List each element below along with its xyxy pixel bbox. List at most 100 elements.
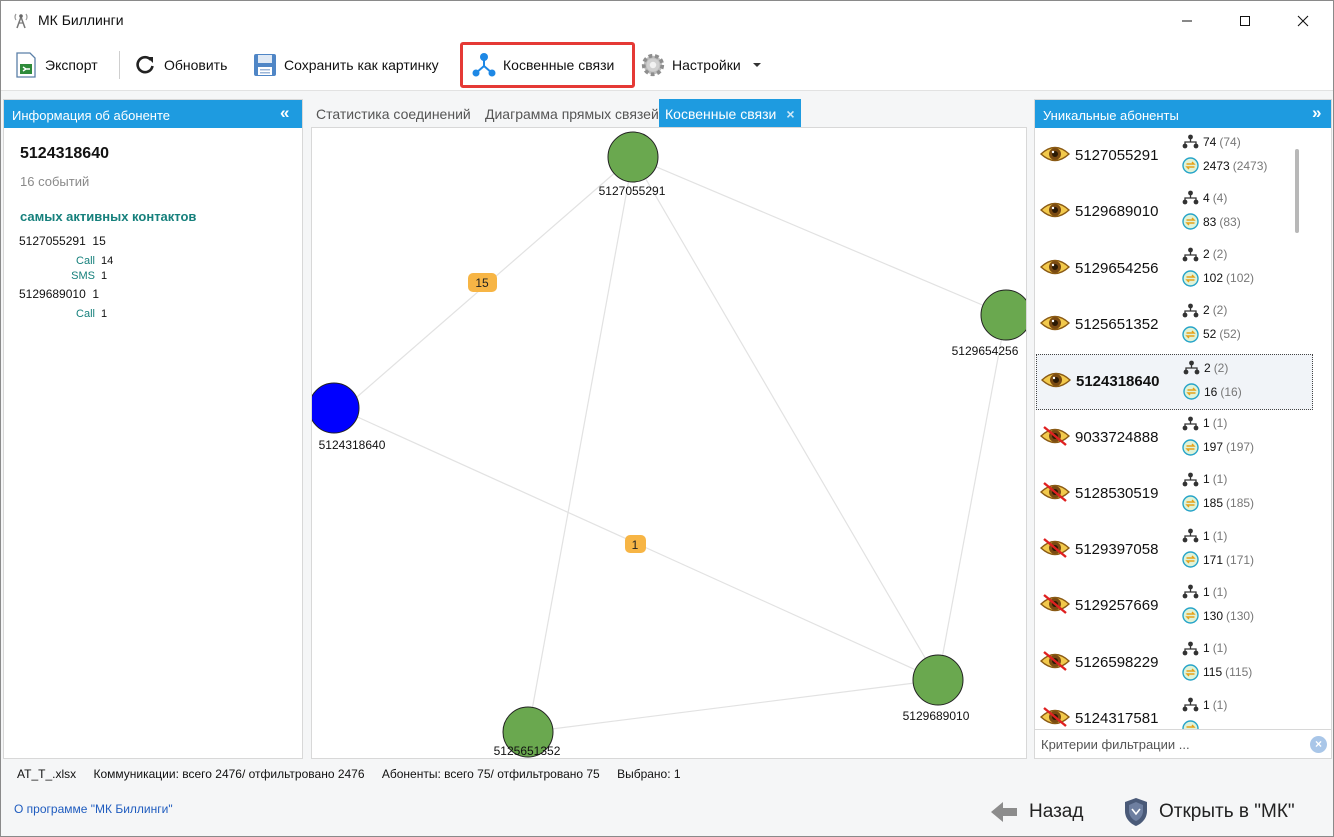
events-stat: 102 (102) [1182,269,1254,287]
events-stat: 130 (130) [1182,607,1254,625]
graph-node[interactable]: 5124318640 [312,382,386,452]
graph-node[interactable]: 5129654256 [952,289,1027,358]
list-item-number: 9033724888 [1075,428,1159,446]
eye-hidden-icon[interactable] [1039,650,1071,672]
tab-close-icon[interactable]: × [786,106,794,122]
filter-input[interactable] [1039,734,1299,754]
node-label: 5129689010 [903,709,970,723]
eye-hidden-icon[interactable] [1039,537,1071,559]
events-count-total: (115) [1225,665,1253,680]
list-item[interactable]: 9033724888 1 (1) 197 (197) [1036,411,1313,467]
status-file: AT_T_.xlsx [17,767,77,781]
events-count-total: (83) [1219,214,1241,229]
node-label: 5127055291 [599,184,666,198]
list-item[interactable]: 5124317581 1 (1) [1036,692,1313,732]
links-count-total: (2) [1212,247,1228,262]
exchange-icon [1182,551,1199,568]
save-image-button[interactable]: Сохранить как картинку [252,49,439,81]
refresh-icon [132,52,158,78]
contact-count: 1 [92,287,100,301]
links-count-total: (1) [1212,697,1228,712]
hierarchy-icon [1182,247,1199,262]
tab-direct-links[interactable]: Диаграмма прямых связей [479,99,665,127]
events-count-total: (197) [1226,440,1255,454]
graph-node[interactable]: 5129689010 [903,654,970,723]
eye-hidden-icon[interactable] [1039,481,1071,503]
contact-row: 5127055291 15 [19,234,106,248]
list-item[interactable]: 5125651352 2 (2) 52 (52) [1036,298,1313,354]
list-item[interactable]: 5126598229 1 (1) 115 (115) [1036,636,1313,692]
eye-icon[interactable] [1039,143,1071,165]
shield-icon [1123,797,1149,827]
list-item[interactable]: 5128530519 1 (1) 185 (185) [1036,467,1313,523]
settings-button[interactable]: Настройки [640,49,765,81]
graph-node[interactable]: 5125651352 [494,706,561,758]
links-count: 2 [1203,303,1210,318]
hierarchy-icon [1183,360,1200,375]
list-scrollbar[interactable] [1295,149,1299,233]
graph-edge [527,679,939,733]
links-stat: 1 (1) [1182,697,1227,712]
links-count: 1 [1203,641,1210,656]
exchange-icon [1183,383,1200,400]
eye-icon[interactable] [1040,369,1072,391]
active-contacts-heading: самых активных контактов [20,209,197,224]
eye-hidden-icon[interactable] [1039,425,1071,447]
export-icon [13,52,39,78]
events-stat: 83 (83) [1182,213,1241,230]
export-button[interactable]: Экспорт [13,49,98,81]
events-stat: 197 (197) [1182,438,1255,456]
events-count: 130 [1203,608,1224,623]
link-graph: 15 1 5127055291 5129654256 5124318640 51… [312,131,1027,758]
open-in-mk-button[interactable]: Открыть в "МК" [1123,796,1295,828]
list-item[interactable]: 5124318640 2 (2) 16 (16) [1036,354,1313,411]
maximize-button[interactable] [1222,1,1268,41]
eye-hidden-icon[interactable] [1039,706,1071,728]
list-item-number: 5127055291 [1075,147,1159,164]
graph-edge [527,156,634,733]
clear-filter-icon[interactable]: × [1310,736,1327,753]
filter-box: × [1035,729,1331,758]
graph-node[interactable]: 5127055291 [599,131,666,198]
app-window: МК Биллинги Экспорт Обновить Сохранить к… [0,0,1334,837]
links-count: 1 [1203,584,1210,599]
hierarchy-icon [1182,416,1199,431]
settings-label: Настройки [672,57,741,73]
events-count: 102 [1203,271,1224,286]
refresh-button[interactable]: Обновить [132,49,227,81]
tab-indirect-links[interactable]: Косвенные связи × [659,99,801,127]
list-item[interactable]: 5129689010 4 (4) 83 (83) [1036,185,1313,241]
collapse-right-icon[interactable]: » [1312,103,1321,123]
toolbar-separator [119,51,120,79]
list-item[interactable]: 5129654256 2 (2) 102 (102) [1036,242,1313,298]
list-item[interactable]: 5129397058 1 (1) 171 (171) [1036,523,1313,579]
links-count: 1 [1203,472,1210,487]
exchange-icon [1182,213,1199,230]
links-count-total: (1) [1212,584,1228,599]
title-bar: МК Биллинги [1,1,1333,41]
close-button[interactable] [1280,1,1326,41]
hierarchy-icon [1182,134,1199,149]
exchange-icon [1182,269,1199,287]
events-stat: 171 (171) [1182,551,1254,568]
links-count: 1 [1203,416,1210,430]
eye-icon[interactable] [1039,312,1071,334]
minimize-button[interactable] [1164,1,1210,41]
maximize-icon [1240,16,1250,26]
eye-icon[interactable] [1039,256,1071,278]
graph-canvas[interactable]: 15 1 5127055291 5129654256 5124318640 51… [311,127,1027,759]
about-link[interactable]: О программе "МК Биллинги" [14,802,173,816]
node-label: 5124318640 [319,438,386,452]
list-item[interactable]: 5127055291 74 (74) 2473 (2473) [1036,129,1313,185]
links-stat: 1 (1) [1182,584,1227,599]
eye-icon[interactable] [1039,199,1071,221]
tab-connection-stats[interactable]: Статистика соединений [310,99,477,127]
contact-number: 5127055291 [19,234,86,248]
back-button[interactable]: Назад [989,796,1083,828]
floppy-icon [252,52,278,78]
collapse-left-icon[interactable]: « [280,103,289,123]
links-count-total: (1) [1212,472,1228,487]
list-item[interactable]: 5129257669 1 (1) 130 (130) [1036,579,1313,635]
hierarchy-icon [1182,472,1199,487]
eye-hidden-icon[interactable] [1039,593,1071,615]
